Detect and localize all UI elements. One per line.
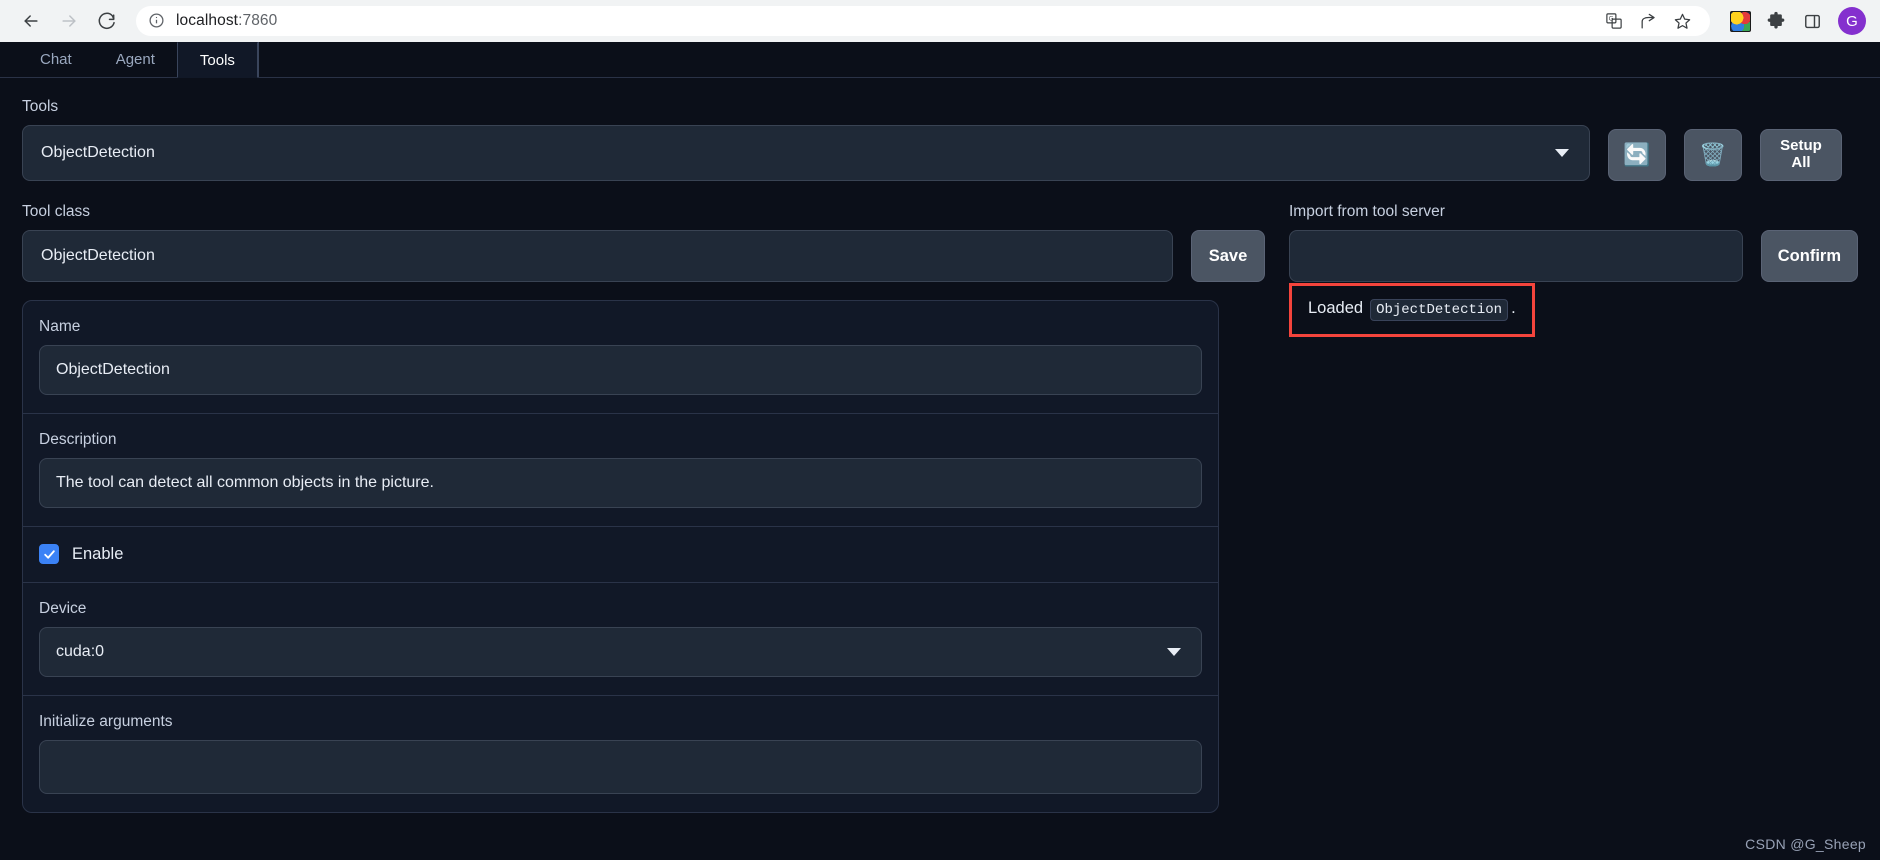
tool-class-and-import-row: Tool class ObjectDetection Save Name Obj…	[22, 203, 1858, 813]
omnibox-actions: G	[1598, 5, 1698, 37]
tool-class-label: Tool class	[22, 203, 91, 220]
tools-page: Tools ObjectDetection 🔄 🗑️ Setup All Tool…	[0, 78, 1880, 860]
description-label: Description	[39, 431, 117, 448]
browser-toolbar: localhost:7860 G G	[0, 0, 1880, 42]
status-suffix: .	[1511, 299, 1516, 317]
reload-icon[interactable]	[90, 4, 124, 38]
tab-bar: Chat Agent Tools	[0, 42, 1880, 78]
tools-dropdown-value: ObjectDetection	[41, 144, 155, 161]
translate-icon[interactable]: G	[1598, 5, 1630, 37]
name-value: ObjectDetection	[56, 361, 170, 378]
device-section: Device cuda:0	[23, 583, 1218, 696]
status-prefix: Loaded	[1308, 299, 1364, 317]
tab-chat[interactable]: Chat	[18, 42, 94, 77]
tools-selector-row: Tools ObjectDetection 🔄 🗑️ Setup All	[22, 98, 1858, 181]
description-value: The tool can detect all common objects i…	[56, 474, 434, 491]
address-bar[interactable]: localhost:7860 G	[136, 6, 1710, 36]
confirm-button[interactable]: Confirm	[1760, 230, 1858, 282]
name-section: Name ObjectDetection	[23, 301, 1218, 414]
name-input[interactable]: ObjectDetection	[39, 345, 1202, 395]
description-section: Description The tool can detect all comm…	[23, 414, 1218, 527]
device-dropdown[interactable]: cuda:0	[39, 627, 1202, 677]
tool-config-panel: Name ObjectDetection Description The too…	[22, 300, 1219, 813]
enable-section: Enable	[23, 527, 1218, 583]
init-args-label: Initialize arguments	[39, 713, 173, 730]
tab-tools[interactable]: Tools	[176, 42, 258, 78]
status-message: Loaded ObjectDetection .	[1289, 283, 1535, 337]
url-text: localhost:7860	[176, 12, 277, 30]
svg-text:G: G	[1609, 17, 1614, 23]
tool-class-input[interactable]: ObjectDetection	[22, 230, 1173, 282]
site-info-icon[interactable]	[148, 12, 166, 30]
init-args-section: Initialize arguments	[23, 696, 1218, 812]
import-column: Import from tool server Confirm Loaded O…	[1289, 203, 1858, 813]
extensions-puzzle-icon[interactable]	[1760, 5, 1792, 37]
chevron-down-icon	[1555, 149, 1569, 157]
import-label: Import from tool server	[1289, 203, 1445, 220]
back-arrow-icon[interactable]	[14, 4, 48, 38]
trash-can-icon: 🗑️	[1699, 142, 1727, 167]
save-button[interactable]: Save	[1191, 230, 1265, 282]
tools-dropdown-wrap: Tools ObjectDetection	[22, 98, 1590, 181]
tool-class-column: Tool class ObjectDetection Save Name Obj…	[22, 203, 1265, 813]
url-host: localhost	[176, 12, 239, 29]
status-code: ObjectDetection	[1370, 299, 1509, 321]
tool-class-value: ObjectDetection	[41, 247, 155, 264]
bookmark-star-icon[interactable]	[1666, 5, 1698, 37]
tab-bar-filler	[257, 42, 294, 77]
chevron-down-icon	[1167, 648, 1181, 656]
device-value: cuda:0	[56, 643, 105, 660]
device-label: Device	[39, 600, 87, 617]
enable-label: Enable	[72, 544, 124, 563]
share-icon[interactable]	[1632, 5, 1664, 37]
enable-checkbox[interactable]	[39, 544, 59, 564]
side-panel-icon[interactable]	[1796, 5, 1828, 37]
setup-all-label: Setup All	[1780, 137, 1822, 171]
colorful-globe-extension-icon[interactable]	[1724, 5, 1756, 37]
refresh-button[interactable]: 🔄	[1608, 129, 1666, 181]
tools-dropdown[interactable]: ObjectDetection	[22, 125, 1590, 181]
watermark: CSDN @G_Sheep	[1745, 836, 1866, 852]
profile-avatar[interactable]: G	[1838, 7, 1866, 35]
description-input[interactable]: The tool can detect all common objects i…	[39, 458, 1202, 508]
tools-label: Tools	[22, 98, 59, 115]
url-port: :7860	[238, 12, 278, 29]
setup-all-button[interactable]: Setup All	[1760, 129, 1842, 181]
refresh-arrows-icon: 🔄	[1623, 142, 1651, 167]
name-label: Name	[39, 318, 81, 335]
tab-agent[interactable]: Agent	[94, 42, 177, 77]
init-args-input[interactable]	[39, 740, 1202, 794]
forward-arrow-icon[interactable]	[52, 4, 86, 38]
delete-button[interactable]: 🗑️	[1684, 129, 1742, 181]
import-server-input[interactable]	[1289, 230, 1743, 282]
